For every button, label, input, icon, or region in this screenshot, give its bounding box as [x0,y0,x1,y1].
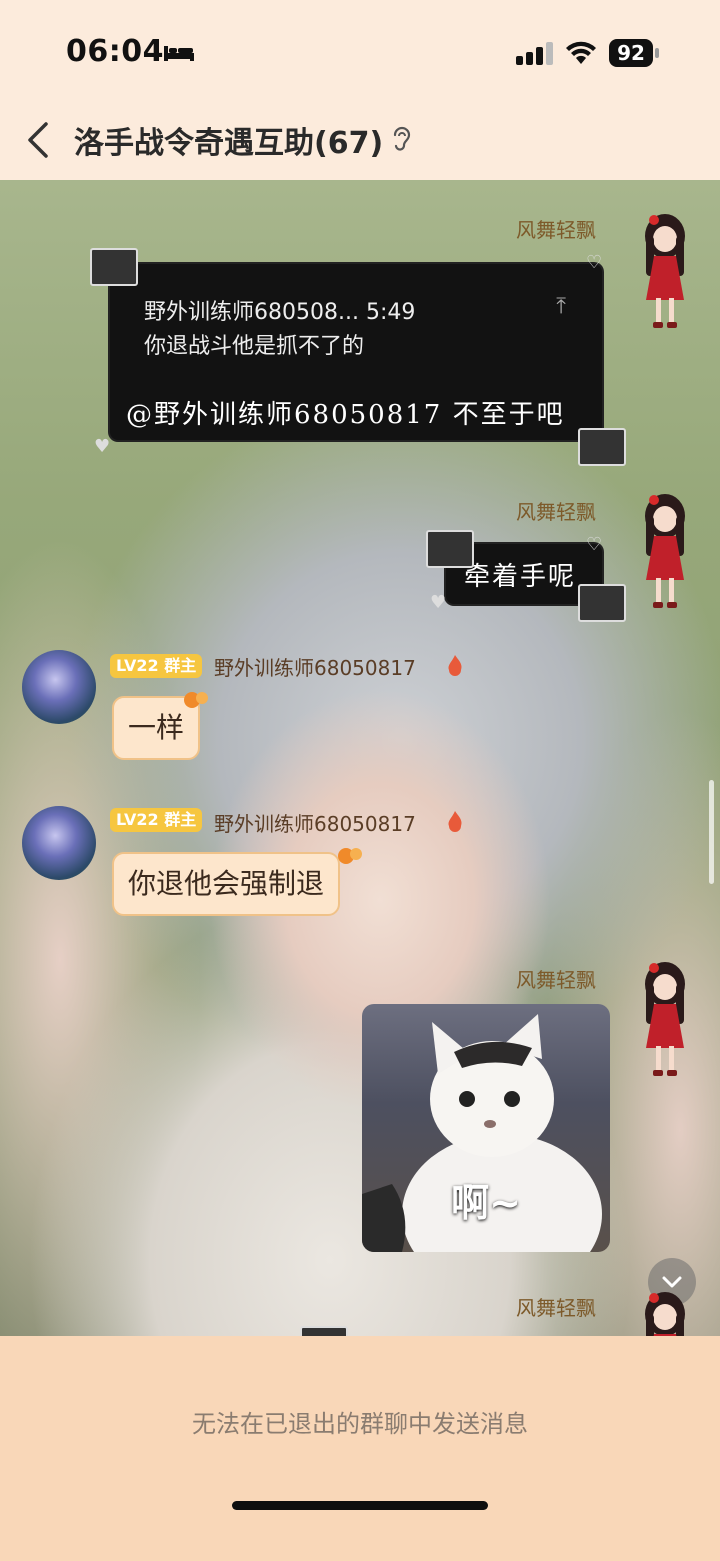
heart-icon: ♡ [586,252,603,273]
bubble-decoration [90,248,138,286]
avatar[interactable] [22,806,96,880]
quote-header: 野外训练师680508... 5:49 [144,300,416,325]
sender-name: 风舞轻飘 [516,218,596,242]
quoted-reply-bubble[interactable]: 野外训练师680508... 5:49 ⤒ 你退战斗他是抓不了的 @野外训练师6… [110,264,602,440]
avatar[interactable] [634,1290,696,1336]
bubble-decoration [184,692,208,708]
member-name: 野外训练师68050817 [214,812,416,836]
avatar[interactable] [634,212,696,334]
bubble-decoration [338,848,362,864]
sender-name: 风舞轻飘 [516,968,596,992]
bubble-decoration [578,584,626,622]
sender-name: 风舞轻飘 [516,500,596,524]
message-text: 一样 [128,711,185,744]
level-badge: LV22 群主 [110,654,203,678]
bubble-decoration [426,530,474,568]
chat-header: 洛手战令奇遇互助(67) [0,100,720,180]
quote-text: 你退战斗他是抓不了的 [144,334,365,359]
input-area: 无法在已退出的群聊中发送消息 [0,1336,720,1561]
level-badge: LV22 群主 [110,808,203,832]
avatar[interactable] [22,650,96,724]
avatar[interactable] [634,492,696,614]
flame-icon [448,811,462,832]
heart-icon: ♡ [586,534,603,555]
scrollbar[interactable] [709,780,714,884]
chat-messages-area[interactable]: 风舞轻飘 野外训练师680508... 5:49 ⤒ 你退战斗他是抓不了的 @野… [0,180,720,1336]
status-time: 06:04 [66,34,164,69]
bubble-decoration [578,428,626,466]
flame-icon [448,655,462,676]
battery-level: 92 [617,41,645,65]
home-indicator[interactable] [232,1501,488,1510]
heart-icon: ♥ [430,592,447,613]
group-title[interactable]: 洛手战令奇遇互助(67) [74,118,383,162]
cellular-signal-icon [516,42,553,65]
image-message[interactable]: 啊~ [362,1004,610,1252]
battery-indicator: 92 [609,39,659,67]
ear-icon[interactable] [390,124,414,154]
message-bubble[interactable]: 你退他会强制退 [112,852,341,916]
pin-top-icon: ⤒ [556,294,566,319]
sender-name: 风舞轻飘 [516,1296,596,1320]
chevron-left-icon[interactable] [24,118,52,162]
message-text: 牵着手呢 [464,562,577,592]
status-bar: 06:04 92 [0,0,720,100]
bubble-decoration [300,1326,348,1336]
exited-group-notice: 无法在已退出的群聊中发送消息 [192,1410,528,1438]
sleep-focus-icon [164,46,194,61]
message-text: 你退他会强制退 [128,867,325,900]
image-caption: 啊~ [451,1181,521,1225]
heart-icon: ♥ [94,436,111,457]
avatar[interactable] [634,960,696,1082]
wifi-icon [566,41,596,64]
member-name: 野外训练师68050817 [214,656,416,680]
reply-text: @野外训练师68050817 不至于吧 [126,400,565,430]
